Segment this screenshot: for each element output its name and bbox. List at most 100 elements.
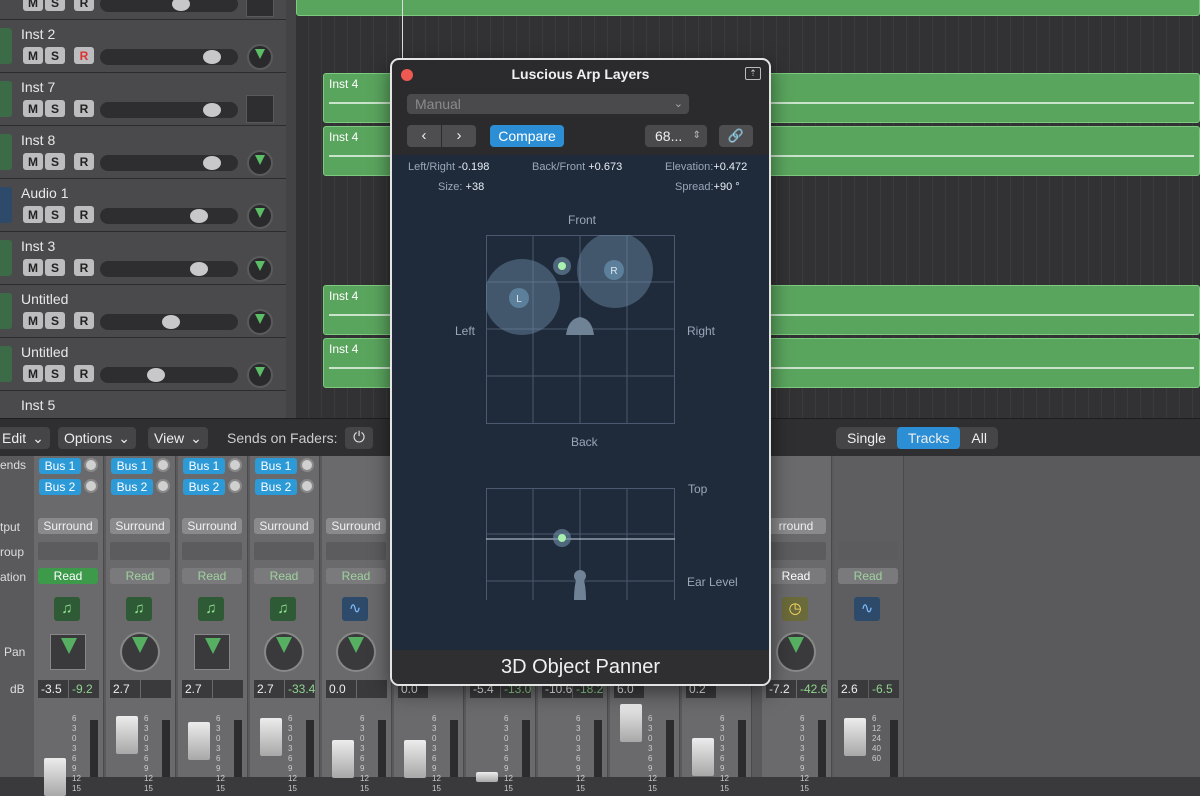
send-slot[interactable]: Bus 1: [183, 458, 225, 474]
clock-icon[interactable]: ◷: [782, 597, 808, 621]
mute-button[interactable]: M: [23, 365, 43, 382]
back-front-value[interactable]: +0.673: [588, 161, 622, 173]
pan-knob[interactable]: [336, 632, 376, 672]
music-note-icon[interactable]: ♫: [54, 597, 80, 621]
elevation-value[interactable]: +0.472: [713, 161, 747, 173]
next-preset-button[interactable]: ›: [442, 125, 476, 147]
volume-slider[interactable]: [100, 208, 238, 224]
peak-readout[interactable]: -6.5: [869, 680, 899, 698]
solo-button[interactable]: S: [45, 312, 65, 329]
peak-readout[interactable]: [357, 680, 387, 698]
preset-dropdown[interactable]: Manual ⌄: [407, 94, 689, 114]
mute-button[interactable]: M: [23, 206, 43, 223]
pan-knob[interactable]: [247, 256, 273, 282]
edit-menu[interactable]: Edit ⌄: [0, 427, 50, 449]
volume-fader[interactable]: 6 3 0 3 6 9 12 15: [398, 714, 460, 793]
output-slot[interactable]: rround: [766, 518, 826, 534]
surround-panner[interactable]: [50, 634, 86, 670]
options-menu[interactable]: Options ⌄: [58, 427, 136, 449]
output-slot[interactable]: Surround: [38, 518, 98, 534]
volume-fader[interactable]: 6 3 0 3 6 9 12 15: [614, 704, 676, 793]
link-icon[interactable]: 🔗: [719, 125, 753, 147]
solo-button[interactable]: S: [45, 0, 65, 11]
music-note-icon[interactable]: ♫: [198, 597, 224, 621]
mute-button[interactable]: M: [23, 259, 43, 276]
volume-fader[interactable]: 6 12 24 40 60: [838, 714, 900, 777]
volume-slider[interactable]: [100, 155, 238, 171]
volume-knob[interactable]: [172, 0, 190, 11]
compare-button[interactable]: Compare: [490, 125, 564, 147]
send-level-knob[interactable]: [228, 479, 242, 493]
record-button[interactable]: R: [74, 47, 94, 64]
automation-mode[interactable]: Read: [766, 568, 826, 584]
value-stepper[interactable]: 68... ⇕: [645, 125, 707, 147]
track-header[interactable]: Audio 1 M S R: [0, 179, 286, 232]
send-level-knob[interactable]: [300, 458, 314, 472]
volume-slider[interactable]: [100, 49, 238, 65]
track-header[interactable]: Inst 8 M S R: [0, 126, 286, 179]
all-button[interactable]: All: [960, 427, 998, 449]
send-level-knob[interactable]: [84, 479, 98, 493]
fader-handle[interactable]: [692, 738, 714, 776]
top-view-grid[interactable]: L R: [486, 235, 676, 425]
expand-icon[interactable]: ⇡: [745, 67, 761, 80]
track-header[interactable]: Inst 2 M S R: [0, 20, 286, 73]
mute-button[interactable]: M: [23, 100, 43, 117]
group-slot[interactable]: [254, 542, 314, 560]
record-button[interactable]: R: [74, 365, 94, 382]
view-menu[interactable]: View ⌄: [148, 427, 208, 449]
pan-knob[interactable]: [247, 362, 273, 388]
mute-button[interactable]: M: [23, 0, 43, 11]
pan-knob[interactable]: [776, 632, 816, 672]
solo-button[interactable]: S: [45, 47, 65, 64]
send-slot[interactable]: Bus 1: [39, 458, 81, 474]
pan-knob[interactable]: [247, 203, 273, 229]
volume-fader[interactable]: 6 3 0 3 6 9 12 15: [542, 714, 604, 793]
solo-button[interactable]: S: [45, 259, 65, 276]
record-button[interactable]: R: [74, 312, 94, 329]
solo-button[interactable]: S: [45, 153, 65, 170]
group-slot[interactable]: [766, 542, 826, 560]
spread-value[interactable]: +90 °: [714, 181, 740, 193]
send-level-knob[interactable]: [300, 479, 314, 493]
volume-knob[interactable]: [190, 209, 208, 223]
volume-knob[interactable]: [203, 50, 221, 64]
send-level-knob[interactable]: [156, 458, 170, 472]
volume-fader[interactable]: 6 3 0 3 6 9 12 15: [766, 714, 828, 793]
group-slot[interactable]: [38, 542, 98, 560]
peak-readout[interactable]: [141, 680, 171, 698]
peak-readout[interactable]: -33.4: [285, 680, 315, 698]
volume-knob[interactable]: [203, 103, 221, 117]
send-slot[interactable]: Bus 2: [111, 479, 153, 495]
volume-readout[interactable]: -3.5: [38, 680, 68, 698]
fader-handle[interactable]: [332, 740, 354, 778]
volume-readout[interactable]: 2.7: [254, 680, 284, 698]
group-slot[interactable]: [110, 542, 170, 560]
output-slot[interactable]: Surround: [326, 518, 386, 534]
single-button[interactable]: Single: [836, 427, 897, 449]
record-button[interactable]: R: [74, 259, 94, 276]
volume-slider[interactable]: [100, 0, 238, 12]
send-level-knob[interactable]: [228, 458, 242, 472]
fader-handle[interactable]: [44, 758, 66, 796]
volume-slider[interactable]: [100, 102, 238, 118]
track-header[interactable]: Inst 7 M S R: [0, 73, 286, 126]
midi-region[interactable]: [296, 0, 1200, 16]
group-slot[interactable]: [182, 542, 242, 560]
send-slot[interactable]: Bus 2: [183, 479, 225, 495]
volume-readout[interactable]: 2.7: [110, 680, 140, 698]
peak-readout[interactable]: -42.6: [797, 680, 827, 698]
peak-readout[interactable]: [213, 680, 243, 698]
volume-fader[interactable]: 6 3 0 3 6 9 12 15: [110, 714, 172, 793]
pan-knob[interactable]: [247, 150, 273, 176]
fader-handle[interactable]: [844, 718, 866, 756]
volume-fader[interactable]: 6 3 0 3 6 9 12 15: [254, 714, 316, 793]
volume-readout[interactable]: -7.2: [766, 680, 796, 698]
mute-button[interactable]: M: [23, 153, 43, 170]
record-button[interactable]: R: [74, 100, 94, 117]
solo-button[interactable]: S: [45, 365, 65, 382]
automation-mode[interactable]: Read: [254, 568, 314, 584]
record-button[interactable]: R: [74, 153, 94, 170]
volume-slider[interactable]: [100, 314, 238, 330]
group-slot[interactable]: [838, 542, 898, 560]
